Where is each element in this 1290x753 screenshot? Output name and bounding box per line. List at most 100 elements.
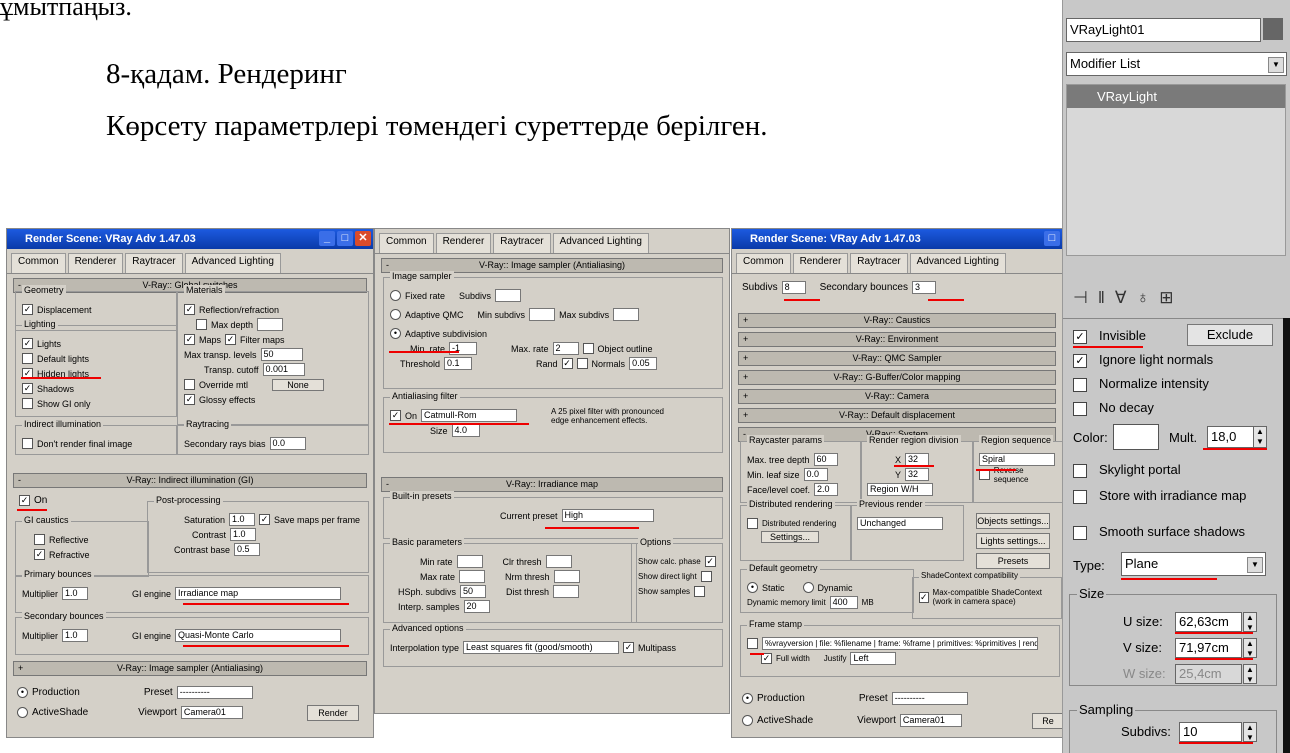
- tab-advanced-lighting[interactable]: Advanced Lighting: [184, 253, 281, 273]
- primary-multiplier-input[interactable]: 1.0: [62, 587, 89, 600]
- adaptive-qmc-radio[interactable]: [390, 309, 401, 320]
- shadows-checkbox[interactable]: ✓: [22, 383, 33, 394]
- tab-advanced-lighting[interactable]: Advanced Lighting: [552, 233, 649, 253]
- max-depth-input[interactable]: [257, 318, 284, 331]
- u-size-spinner[interactable]: ▲ ▼: [1243, 612, 1257, 632]
- rollout-caustics[interactable]: + V-Ray:: Caustics: [738, 313, 1056, 328]
- interpolation-type-select[interactable]: Least squares fit (good/smooth): [463, 641, 620, 654]
- override-mtl-checkbox[interactable]: [184, 379, 195, 390]
- preset-select[interactable]: ----------: [891, 692, 968, 705]
- activeshade-radio[interactable]: [742, 715, 753, 726]
- min-leaf-size-input[interactable]: 0.0: [803, 468, 828, 481]
- show-calc-phase-checkbox[interactable]: ✓: [704, 556, 716, 567]
- production-radio[interactable]: •: [742, 693, 753, 704]
- hsph-subdivs-input[interactable]: 50: [460, 585, 487, 598]
- rollout-gbuffer[interactable]: + V-Ray:: G-Buffer/Color mapping: [738, 370, 1056, 385]
- rollout-qmc-sampler[interactable]: + V-Ray:: QMC Sampler: [738, 351, 1056, 366]
- reflection-refraction-checkbox[interactable]: ✓: [184, 304, 195, 315]
- glossy-effects-checkbox[interactable]: ✓: [184, 394, 195, 405]
- minimize-icon[interactable]: _: [319, 231, 335, 246]
- tab-raytracer[interactable]: Raytracer: [493, 233, 551, 253]
- tab-renderer[interactable]: Renderer: [792, 253, 849, 273]
- secondary-gi-engine-select[interactable]: Quasi-Monte Carlo: [175, 629, 342, 642]
- production-radio[interactable]: •: [17, 687, 28, 698]
- render-button[interactable]: Re: [1032, 713, 1062, 729]
- panel-scrollbar[interactable]: [1283, 318, 1290, 753]
- max-depth-checkbox[interactable]: [196, 319, 207, 330]
- show-direct-light-checkbox[interactable]: [700, 571, 712, 582]
- primary-gi-engine-select[interactable]: Irradiance map: [175, 587, 342, 600]
- subdivs-spinner[interactable]: ▲ ▼: [1243, 722, 1257, 742]
- secondary-multiplier-input[interactable]: 1.0: [62, 629, 89, 642]
- gi-on-checkbox[interactable]: ✓: [19, 495, 30, 506]
- lights-settings-button[interactable]: Lights settings...: [976, 533, 1050, 549]
- chevron-down-icon[interactable]: ▼: [1247, 557, 1263, 573]
- max-compatible-checkbox[interactable]: ✓: [919, 591, 929, 603]
- lights-checkbox[interactable]: ✓: [22, 338, 33, 349]
- show-end-result-icon[interactable]: ‖: [1098, 288, 1115, 307]
- tab-common[interactable]: Common: [736, 253, 791, 273]
- region-wh-select[interactable]: Region W/H: [867, 483, 933, 496]
- nrm-thresh-input[interactable]: [553, 570, 580, 583]
- remove-modifier-icon[interactable]: ♁: [1136, 288, 1159, 307]
- subdivs-input[interactable]: 10: [1179, 722, 1242, 742]
- refractive-checkbox[interactable]: ✓: [34, 549, 45, 560]
- object-color-swatch[interactable]: [1263, 18, 1283, 40]
- subdivs-input[interactable]: [495, 289, 522, 302]
- contrast-base-input[interactable]: 0.5: [234, 543, 261, 556]
- multiplier-input[interactable]: 18,0: [1207, 426, 1254, 448]
- static-radio[interactable]: •: [747, 582, 758, 593]
- reflective-checkbox[interactable]: [34, 534, 45, 545]
- dynamic-radio[interactable]: [802, 582, 814, 593]
- justify-select[interactable]: Left: [850, 652, 897, 665]
- objects-settings-button[interactable]: Objects settings...: [976, 513, 1050, 529]
- exclude-button[interactable]: Exclude: [1187, 324, 1273, 346]
- skylight-portal-checkbox[interactable]: [1073, 464, 1087, 478]
- configure-sets-icon[interactable]: ⊞: [1159, 288, 1183, 307]
- chevron-down-icon[interactable]: ▼: [1268, 57, 1284, 73]
- normalize-intensity-checkbox[interactable]: [1073, 378, 1087, 392]
- current-preset-select[interactable]: High: [561, 509, 654, 522]
- pin-icon[interactable]: ⊣: [1073, 288, 1098, 307]
- irr-max-rate-input[interactable]: [459, 570, 486, 583]
- transp-cutoff-input[interactable]: 0.001: [262, 363, 305, 376]
- filter-select[interactable]: Catmull-Rom: [421, 409, 518, 422]
- rollout-camera[interactable]: + V-Ray:: Camera: [738, 389, 1056, 404]
- frame-stamp-checkbox[interactable]: [747, 638, 758, 649]
- tab-raytracer[interactable]: Raytracer: [125, 253, 183, 273]
- multiplier-spinner[interactable]: ▲ ▼: [1253, 426, 1267, 448]
- max-rate-input[interactable]: 2: [552, 342, 579, 355]
- maximize-icon[interactable]: □: [337, 231, 353, 246]
- tab-renderer[interactable]: Renderer: [435, 233, 492, 253]
- save-maps-checkbox[interactable]: ✓: [259, 514, 271, 525]
- secondary-bounces-input[interactable]: 3: [911, 281, 936, 294]
- region-sequence-select[interactable]: Spiral: [979, 453, 1055, 466]
- show-samples-checkbox[interactable]: [694, 586, 706, 597]
- rollout-default-displacement[interactable]: + V-Ray:: Default displacement: [738, 408, 1056, 423]
- preset-select[interactable]: ----------: [176, 686, 253, 699]
- tab-renderer[interactable]: Renderer: [67, 253, 124, 273]
- irr-min-rate-input[interactable]: [456, 555, 483, 568]
- activeshade-radio[interactable]: [17, 707, 28, 718]
- render-button[interactable]: Render: [307, 705, 359, 721]
- normals-input[interactable]: 0.05: [629, 357, 658, 370]
- displacement-checkbox[interactable]: ✓: [22, 304, 33, 315]
- ignore-light-normals-checkbox[interactable]: ✓: [1073, 354, 1087, 368]
- distributed-settings-button[interactable]: Settings...: [761, 531, 819, 543]
- invisible-checkbox[interactable]: ✓: [1073, 330, 1087, 344]
- stack-item-vraylight[interactable]: VRayLight: [1067, 85, 1285, 108]
- modifier-list-dropdown[interactable]: Modifier List ▼: [1066, 52, 1287, 76]
- normals-checkbox[interactable]: [576, 358, 588, 369]
- object-name-field[interactable]: VRayLight01: [1066, 18, 1261, 42]
- rollout-environment[interactable]: + V-Ray:: Environment: [738, 332, 1056, 347]
- min-subdivs-input[interactable]: [529, 308, 556, 321]
- maximize-icon[interactable]: □: [1044, 231, 1060, 246]
- secondary-rays-bias-input[interactable]: 0.0: [269, 437, 306, 450]
- subdivs-input[interactable]: 8: [781, 281, 806, 294]
- rollout-irradiance-map[interactable]: - V-Ray:: Irradiance map: [381, 477, 723, 492]
- filter-on-checkbox[interactable]: ✓: [390, 410, 401, 421]
- rollout-image-sampler[interactable]: + V-Ray:: Image sampler (Antialiasing): [13, 661, 367, 676]
- multipass-checkbox[interactable]: ✓: [623, 642, 635, 653]
- fixed-rate-radio[interactable]: [390, 290, 401, 301]
- rollout-indirect-illumination[interactable]: - V-Ray:: Indirect illumination (GI): [13, 473, 367, 488]
